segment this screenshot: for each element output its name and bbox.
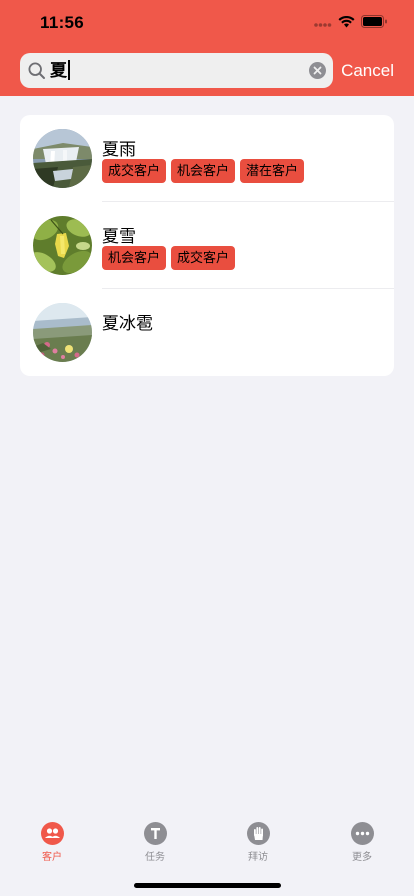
- people-icon: [40, 822, 64, 845]
- customer-tags: 机会客户 成交客户: [102, 246, 236, 270]
- signal-icon: [314, 22, 332, 27]
- tab-more[interactable]: 更多: [322, 822, 402, 863]
- search-results-list: 夏雨 成交客户 机会客户 潜在客户 夏雪 机会客户 成交客户 夏冰雹: [20, 115, 394, 376]
- tab-visits[interactable]: 拜访: [218, 822, 298, 863]
- battery-icon: [361, 15, 387, 28]
- more-dots-icon: [350, 822, 374, 845]
- customer-name: 夏雨: [102, 140, 136, 159]
- cancel-button[interactable]: Cancel: [341, 53, 394, 88]
- tab-label: 更多: [352, 852, 372, 863]
- list-item[interactable]: 夏冰雹: [20, 289, 394, 376]
- navigation-header: 11:56 夏 Cancel: [0, 0, 414, 96]
- customer-tags: 成交客户 机会客户 潜在客户: [102, 159, 305, 183]
- status-badge: 机会客户: [102, 246, 167, 270]
- status-badge: 成交客户: [171, 246, 236, 270]
- list-item[interactable]: 夏雪 机会客户 成交客户: [20, 202, 394, 289]
- search-field[interactable]: 夏: [20, 53, 333, 88]
- customer-name: 夏冰雹: [102, 314, 153, 333]
- search-query: 夏: [50, 61, 67, 80]
- avatar: [33, 129, 92, 188]
- avatar: [33, 216, 92, 275]
- clear-search-icon[interactable]: [309, 62, 326, 79]
- search-row: 夏 Cancel: [20, 53, 394, 88]
- text-caret: [68, 60, 70, 81]
- tab-label: 任务: [145, 852, 165, 863]
- home-indicator: [134, 883, 281, 888]
- search-icon: [28, 62, 45, 79]
- status-time: 11:56: [40, 13, 85, 32]
- status-badge: 机会客户: [171, 159, 236, 183]
- task-t-icon: [143, 822, 167, 845]
- wifi-icon: [338, 15, 355, 27]
- status-badge: 潜在客户: [240, 159, 305, 183]
- status-bar: 11:56: [0, 0, 414, 44]
- status-icons: [314, 15, 388, 28]
- tab-label: 拜访: [248, 852, 268, 863]
- avatar: [33, 303, 92, 362]
- tab-customers[interactable]: 客户: [12, 822, 92, 863]
- hand-icon: [246, 822, 270, 845]
- search-input[interactable]: 夏: [50, 53, 300, 88]
- status-badge: 成交客户: [102, 159, 167, 183]
- tab-label: 客户: [42, 852, 62, 863]
- tab-tasks[interactable]: 任务: [115, 822, 195, 863]
- list-item[interactable]: 夏雨 成交客户 机会客户 潜在客户: [20, 115, 394, 202]
- customer-name: 夏雪: [102, 227, 136, 246]
